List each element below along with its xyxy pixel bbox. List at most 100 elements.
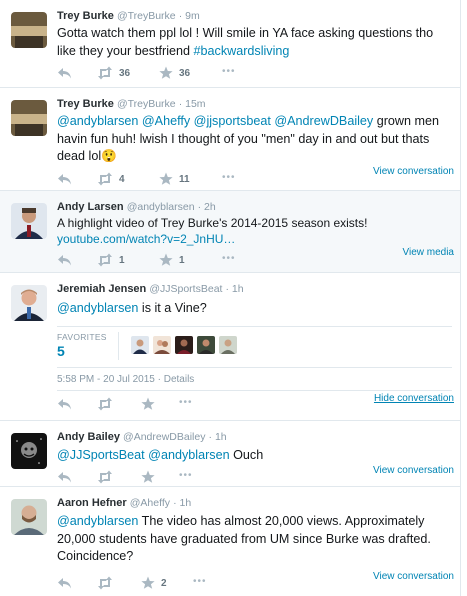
author-handle[interactable]: @TreyBurke [117,98,176,110]
avatar[interactable] [11,433,47,469]
favorite-button[interactable] [141,397,155,411]
favorites-count[interactable]: 5 [57,343,65,359]
author-name[interactable]: Aaron Hefner [57,497,127,509]
hide-conversation-link[interactable]: Hide conversation [374,393,454,404]
retweet-icon [98,253,112,267]
more-button[interactable]: ••• [222,253,236,264]
author-name[interactable]: Jeremiah Jensen [57,283,146,295]
reply-button[interactable] [57,66,71,80]
favoriter-avatar[interactable] [131,336,149,354]
avatar[interactable] [11,100,47,136]
favoriters-list [131,336,237,354]
tweet-item-expanded[interactable]: Jeremiah Jensen @JJSportsBeat · 1h @andy… [0,273,460,421]
more-button[interactable]: ••• [179,397,193,408]
favorite-count: 36 [179,67,191,79]
more-button[interactable]: ••• [222,66,236,77]
tweet-item[interactable]: Trey Burke @TreyBurke · 15m @andyblarsen… [0,88,460,191]
reply-button[interactable] [57,172,71,186]
retweet-button[interactable] [97,576,113,590]
reply-icon [58,68,71,79]
avatar[interactable] [11,203,47,239]
reply-button[interactable] [57,470,71,484]
favoriter-avatar[interactable] [219,336,237,354]
tweet-header: Trey Burke @TreyBurke · 15m [57,98,206,110]
author-handle[interactable]: @Aheffy [130,497,170,509]
tweet-time[interactable]: · 1h [173,497,191,509]
tweet-time[interactable]: · 9m [179,10,200,22]
tweet-item[interactable]: Trey Burke @TreyBurke · 9m Gotta watch t… [0,0,460,88]
retweet-button[interactable]: 4 [97,172,125,186]
retweet-count: 36 [119,67,131,79]
avatar[interactable] [11,499,47,535]
view-conversation-link[interactable]: View conversation [373,166,454,177]
tweet-text: @JJSportsBeat @andyblarsen Ouch [57,447,452,465]
tweet-time[interactable]: · 2h [198,201,216,213]
tweet-actions: ••• [57,397,257,411]
more-button[interactable]: ••• [193,576,207,587]
reply-button[interactable] [57,397,71,411]
tweet-actions: ••• [57,470,257,484]
more-icon: ••• [222,66,236,77]
avatar[interactable] [11,285,47,321]
retweet-icon [98,576,112,590]
more-icon: ••• [179,470,193,481]
favorite-button[interactable] [141,470,155,484]
favoriter-avatar[interactable] [197,336,215,354]
more-icon: ••• [193,576,207,587]
author-handle[interactable]: @andyblarsen [127,201,195,213]
reply-icon [58,399,71,410]
author-handle[interactable]: @JJSportsBeat [149,283,222,295]
tweet-time[interactable]: · 1h [209,431,227,443]
mention-link[interactable]: @andyblarsen [57,514,138,528]
star-icon [159,172,173,185]
tweet-item[interactable]: Andy Larsen @andyblarsen · 2h A highligh… [0,191,460,273]
tweet-time[interactable]: · 15m [179,98,206,110]
more-button[interactable]: ••• [222,172,236,183]
favorite-button[interactable]: 11 [159,172,190,186]
author-name[interactable]: Trey Burke [57,98,114,110]
favoriter-avatar[interactable] [153,336,171,354]
retweet-button[interactable] [97,397,113,411]
mention-links[interactable]: @JJSportsBeat @andyblarsen [57,448,230,462]
retweet-button[interactable]: 1 [97,253,125,267]
view-media-link[interactable]: View media [402,247,454,258]
author-name[interactable]: Andy Bailey [57,431,120,443]
author-handle[interactable]: @AndrewDBailey [123,431,205,443]
retweet-button[interactable]: 36 [97,66,130,80]
author-handle[interactable]: @TreyBurke [117,10,176,22]
tweet-timestamp[interactable]: 5:58 PM - 20 Jul 2015 · Details [57,374,194,385]
favorite-button[interactable]: 2 [141,576,167,590]
tweet-text: @andyblarsen is it a Vine? [57,300,452,318]
retweet-button[interactable] [97,470,113,484]
retweet-count: 1 [119,254,125,266]
tweet-header: Andy Larsen @andyblarsen · 2h [57,201,216,213]
tweet-text: @andyblarsen @Aheffy @jjsportsbeat @Andr… [57,113,452,166]
hashtag-link[interactable]: #backwardsliving [194,44,290,58]
tweet-body: A highlight video of Trey Burke's 2014-2… [57,216,368,230]
media-link[interactable]: youtube.com/watch?v=2_JnHU… [57,232,235,246]
reply-button[interactable] [57,576,71,590]
more-icon: ••• [179,397,193,408]
favorite-button[interactable]: 1 [159,253,185,267]
view-conversation-link[interactable]: View conversation [373,465,454,476]
tweet-header: Jeremiah Jensen @JJSportsBeat · 1h [57,283,244,295]
retweet-icon [98,66,112,80]
tweet-actions: 2 ••• [57,576,257,590]
view-conversation-link[interactable]: View conversation [373,571,454,582]
tweet-actions: 4 11 ••• [57,172,257,186]
more-button[interactable]: ••• [179,470,193,481]
avatar[interactable] [11,12,47,48]
favorite-button[interactable]: 36 [159,66,190,80]
favoriter-avatar[interactable] [175,336,193,354]
tweet-time[interactable]: · 1h [226,283,244,295]
tweet-header: Trey Burke @TreyBurke · 9m [57,10,200,22]
tweet-actions: 36 36 ••• [57,66,257,80]
tweet-item[interactable]: Aaron Hefner @Aheffy · 1h @andyblarsen T… [0,487,460,596]
tweet-body: is it a Vine? [138,301,207,315]
reply-button[interactable] [57,253,71,267]
mention-link[interactable]: @andyblarsen [57,301,138,315]
author-name[interactable]: Andy Larsen [57,201,124,213]
tweet-item[interactable]: Andy Bailey @AndrewDBailey · 1h @JJSport… [0,421,460,487]
author-name[interactable]: Trey Burke [57,10,114,22]
mention-links[interactable]: @andyblarsen @Aheffy @jjsportsbeat @Andr… [57,114,373,128]
